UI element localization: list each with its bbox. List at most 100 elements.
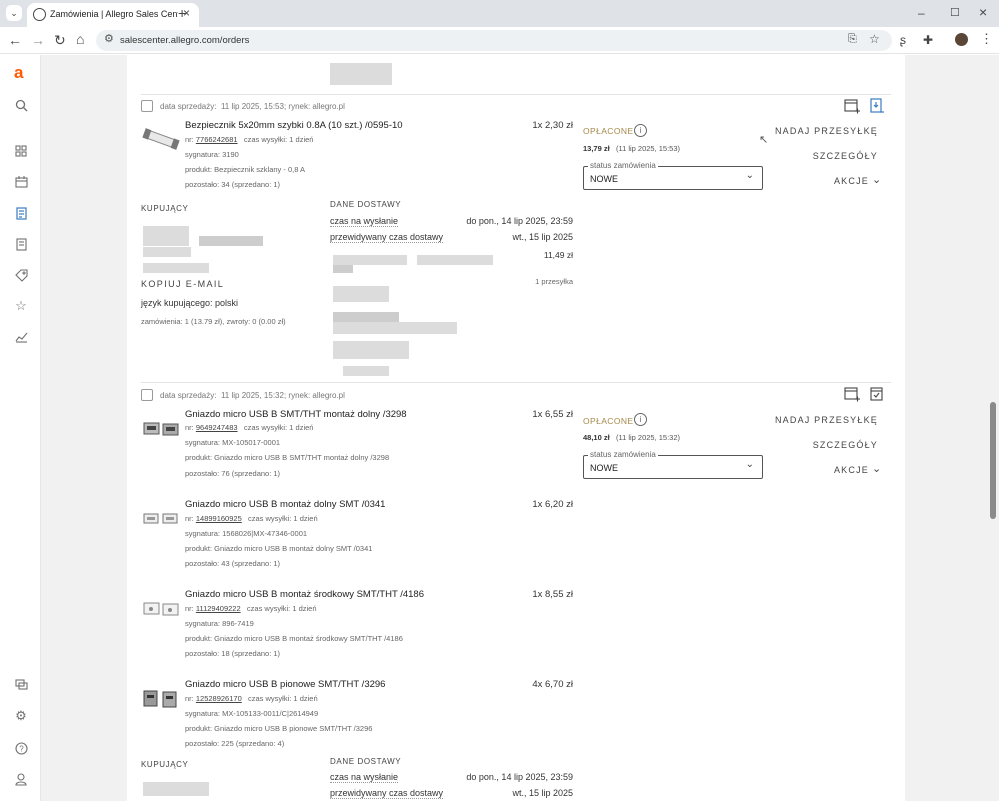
details-button[interactable]: SZCZEGÓŁY — [757, 440, 878, 450]
payment-status: OPŁACONE — [583, 126, 634, 136]
address-bar[interactable]: ⚙ salescenter.allegro.com/orders ⎘ ☆ — [96, 30, 892, 51]
actions-button[interactable]: AKCJE — [757, 465, 869, 475]
site-info-icon[interactable]: ⚙ — [104, 32, 114, 45]
left-gutter — [41, 55, 127, 801]
chevron-down-icon[interactable]: ⌄ — [872, 173, 881, 186]
stats-icon[interactable] — [13, 329, 29, 345]
item-remaining: pozostało: 18 (sprzedano: 1) — [185, 649, 281, 658]
order-select-checkbox[interactable] — [141, 100, 153, 112]
tag-icon[interactable] — [13, 267, 29, 283]
tab-search-button[interactable]: ⌄ — [6, 5, 22, 21]
product-thumbnail[interactable] — [141, 505, 181, 533]
offer-number: nr: 14899160925 czas wysyłki: 1 dzień — [185, 514, 318, 523]
calendar-check-icon[interactable] — [870, 386, 886, 402]
globe-icon — [33, 8, 46, 21]
chevron-down-icon[interactable]: ⌄ — [872, 462, 881, 475]
extension-icon[interactable]: ʂ — [900, 33, 906, 47]
ship-by-value: do pon., 14 lip 2025, 23:59 — [466, 772, 573, 782]
extensions-puzzle-icon[interactable]: ✚ — [923, 33, 933, 47]
delivery-cost: 11,49 zł — [543, 250, 573, 260]
minimize-icon[interactable]: – — [918, 6, 925, 20]
mouse-cursor: ↖ — [759, 134, 769, 146]
profile-avatar[interactable] — [955, 33, 968, 46]
offer-number: nr: 9649247483 czas wysyłki: 1 dzień — [185, 423, 314, 432]
close-window-icon[interactable]: × — [979, 5, 987, 19]
label-print-icon[interactable] — [870, 98, 886, 114]
product-name[interactable]: Gniazdo micro USB B montaż środkowy SMT/… — [185, 589, 424, 600]
order-select-checkbox[interactable] — [141, 389, 153, 401]
calendar-add-icon[interactable] — [844, 386, 860, 402]
catalog-icon[interactable] — [13, 236, 29, 252]
product-name[interactable]: Bezpiecznik 5x20mm szybki 0.8A (10 szt.)… — [185, 120, 403, 131]
redacted-buyer-email — [143, 263, 209, 273]
offer-number-link[interactable]: 12528926170 — [196, 694, 242, 703]
info-icon[interactable]: i — [634, 413, 647, 426]
url-text: salescenter.allegro.com/orders — [120, 35, 250, 46]
ship-by-label: czas na wysłanie — [330, 216, 399, 227]
status-label: status zamówienia — [588, 161, 658, 170]
calendar-add-icon[interactable] — [844, 98, 860, 114]
redacted-phone — [343, 366, 389, 376]
info-icon[interactable]: i — [634, 124, 647, 137]
tab-title: Zamówienia | Allegro Sales Center — [50, 9, 178, 19]
product-thumbnail[interactable] — [141, 415, 181, 443]
actions-button[interactable]: AKCJE — [757, 176, 869, 186]
order-status-select[interactable]: status zamówienia NOWE ⌄ — [583, 450, 763, 479]
product-thumbnail[interactable] — [141, 125, 181, 153]
product-thumbnail[interactable] — [141, 595, 181, 623]
offer-number-link[interactable]: 14899160925 — [196, 514, 242, 523]
item-remaining: pozostało: 76 (sprzedano: 1) — [185, 469, 281, 478]
product-name[interactable]: Gniazdo micro USB B montaż dolny SMT /03… — [185, 499, 385, 510]
dashboard-icon[interactable] — [13, 143, 29, 159]
send-parcel-button[interactable]: NADAJ PRZESYŁKĘ — [757, 126, 878, 136]
new-tab-icon[interactable]: + — [178, 6, 186, 20]
redacted-delivery-method — [333, 255, 407, 265]
reload-icon[interactable]: ↻ — [54, 33, 66, 47]
item-signature: sygnatura: 1568026|MX-47346-0001 — [185, 529, 308, 538]
offer-number-link[interactable]: 9649247483 — [196, 423, 238, 432]
buyer-orders-summary[interactable]: zamówienia: 1 (13.79 zł), zwroty: 0 (0.0… — [141, 317, 286, 326]
messages-icon[interactable] — [13, 677, 29, 693]
product-name[interactable]: Gniazdo micro USB B pionowe SMT/THT /329… — [185, 679, 385, 690]
menu-kebab-icon[interactable]: ⋮ — [980, 32, 993, 46]
offer-number-link[interactable]: 7766242681 — [196, 135, 238, 144]
install-app-icon[interactable]: ⎘ — [848, 33, 857, 46]
item-quantity-price: 1x 2,30 zł — [532, 120, 573, 131]
eta-value: wt., 15 lip 2025 — [512, 788, 573, 798]
browser-tab[interactable]: Zamówienia | Allegro Sales Center × — [27, 3, 199, 27]
eta-value: wt., 15 lip 2025 — [512, 232, 573, 242]
scrollbar-thumb[interactable] — [990, 402, 996, 519]
bookmark-star-icon[interactable]: ☆ — [869, 32, 880, 46]
star-icon[interactable]: ☆ — [13, 298, 29, 314]
maximize-icon[interactable]: ☐ — [950, 6, 960, 20]
allegro-logo[interactable]: a — [14, 63, 23, 83]
user-icon[interactable] — [13, 771, 29, 787]
details-button[interactable]: SZCZEGÓŁY — [757, 151, 878, 161]
order-divider — [141, 382, 891, 383]
search-icon[interactable] — [13, 97, 29, 113]
buyer-language: język kupującego: polski — [141, 298, 239, 308]
orders-icon[interactable] — [13, 205, 29, 221]
send-parcel-button[interactable]: NADAJ PRZESYŁKĘ — [757, 415, 878, 425]
item-signature: sygnatura: 896-7419 — [185, 619, 254, 628]
sale-date: data sprzedaży: 11 lip 2025, 15:32; ryne… — [160, 391, 345, 400]
app-sidebar: a ☆ ⚙ ? — [0, 55, 41, 801]
redacted-delivery-method — [333, 265, 353, 273]
offer-number: nr: 12528926170 czas wysyłki: 1 dzień — [185, 694, 318, 703]
status-value: NOWE — [590, 463, 618, 473]
calendar-icon[interactable] — [13, 174, 29, 190]
offer-number: nr: 7766242681 czas wysyłki: 1 dzień — [185, 135, 314, 144]
order-total: 13,79 zł (11 lip 2025, 15:53) — [583, 144, 681, 153]
product-thumbnail[interactable] — [141, 685, 181, 713]
redacted-buyer-name — [143, 226, 189, 246]
back-icon[interactable]: ← — [8, 33, 22, 47]
settings-gear-icon[interactable]: ⚙ — [13, 708, 29, 724]
offer-number-link[interactable]: 11129409222 — [196, 604, 241, 613]
copy-email-button[interactable]: KOPIUJ E-MAIL — [141, 279, 224, 289]
forward-icon[interactable]: → — [31, 33, 45, 47]
help-icon[interactable]: ? — [13, 740, 29, 756]
order-status-select[interactable]: status zamówienia NOWE ⌄ — [583, 161, 763, 190]
chevron-down-icon: ⌄ — [745, 170, 754, 181]
home-icon[interactable]: ⌂ — [76, 32, 84, 46]
product-name[interactable]: Gniazdo micro USB B SMT/THT montaż dolny… — [185, 409, 407, 420]
